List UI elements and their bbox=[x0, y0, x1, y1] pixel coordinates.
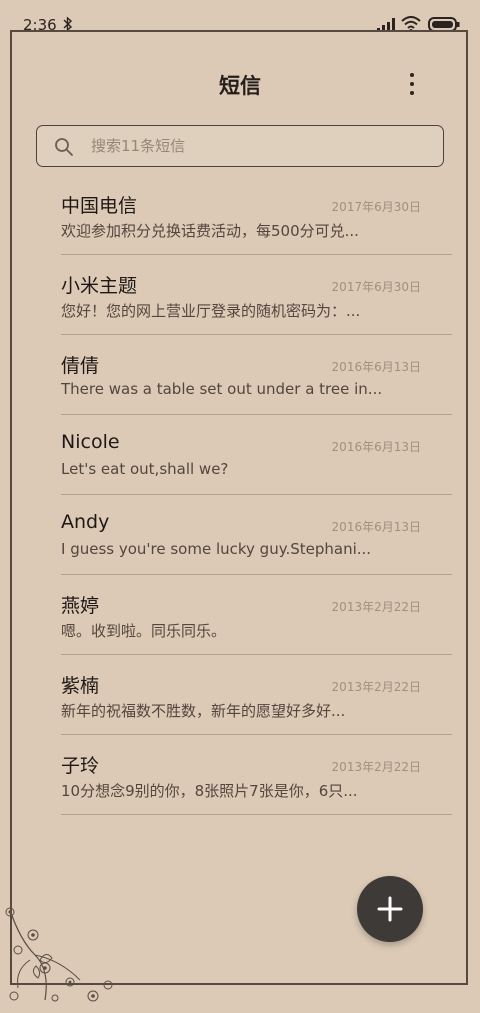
search-icon bbox=[55, 138, 73, 156]
message-item[interactable]: 中国电信 2017年6月30日 欢迎参加积分兑换话费活动，每500分可兑... bbox=[61, 175, 452, 255]
message-item[interactable]: 小米主题 2017年6月30日 您好！您的网上营业厅登录的随机密码为：... bbox=[61, 255, 452, 335]
message-preview: 欢迎参加积分兑换话费活动，每500分可兑... bbox=[61, 222, 359, 240]
message-preview: 您好！您的网上营业厅登录的随机密码为：... bbox=[61, 302, 361, 320]
search-box[interactable] bbox=[36, 125, 444, 167]
more-vertical-icon bbox=[410, 73, 414, 77]
message-preview: There was a table set out under a tree i… bbox=[61, 380, 383, 398]
message-item[interactable]: Andy 2016年6月13日 I guess you're some luck… bbox=[61, 495, 452, 575]
message-sender: 倩倩 bbox=[61, 355, 100, 377]
message-preview: 嗯。收到啦。同乐同乐。 bbox=[61, 622, 227, 640]
message-date: 2016年6月13日 bbox=[331, 520, 421, 534]
message-item[interactable]: 燕婷 2013年2月22日 嗯。收到啦。同乐同乐。 bbox=[61, 575, 452, 655]
compose-button[interactable] bbox=[357, 876, 423, 942]
message-item[interactable]: Nicole 2016年6月13日 Let's eat out,shall we… bbox=[61, 415, 452, 495]
message-date: 2016年6月13日 bbox=[331, 440, 421, 454]
message-preview: 新年的祝福数不胜数，新年的愿望好多好... bbox=[61, 702, 346, 720]
plus-icon bbox=[377, 896, 403, 922]
message-sender: Andy bbox=[61, 511, 110, 533]
message-sender: 燕婷 bbox=[61, 595, 100, 617]
message-sender: Nicole bbox=[61, 431, 120, 453]
message-date: 2013年2月22日 bbox=[331, 600, 421, 614]
message-date: 2016年6月13日 bbox=[331, 360, 421, 374]
message-preview: I guess you're some lucky guy.Stephani..… bbox=[61, 540, 372, 558]
message-preview: Let's eat out,shall we? bbox=[61, 460, 229, 478]
more-options-button[interactable] bbox=[398, 70, 426, 98]
message-date: 2017年6月30日 bbox=[331, 200, 421, 214]
message-item[interactable]: 倩倩 2016年6月13日 There was a table set out … bbox=[61, 335, 452, 415]
message-sender: 小米主题 bbox=[61, 275, 138, 297]
message-sender: 中国电信 bbox=[61, 195, 138, 217]
message-date: 2017年6月30日 bbox=[331, 280, 421, 294]
message-sender: 紫楠 bbox=[61, 675, 100, 697]
message-item[interactable]: 紫楠 2013年2月22日 新年的祝福数不胜数，新年的愿望好多好... bbox=[61, 655, 452, 735]
message-list: 中国电信 2017年6月30日 欢迎参加积分兑换话费活动，每500分可兑... … bbox=[61, 175, 452, 815]
message-date: 2013年2月22日 bbox=[331, 760, 421, 774]
search-input[interactable] bbox=[91, 126, 421, 165]
message-item[interactable]: 子玲 2013年2月22日 10分想念9别的你，8张照片7张是你，6只... bbox=[61, 735, 452, 815]
floral-ornament-icon bbox=[5, 907, 113, 1002]
message-sender: 子玲 bbox=[61, 755, 100, 777]
message-preview: 10分想念9别的你，8张照片7张是你，6只... bbox=[61, 782, 358, 800]
message-date: 2013年2月22日 bbox=[331, 680, 421, 694]
